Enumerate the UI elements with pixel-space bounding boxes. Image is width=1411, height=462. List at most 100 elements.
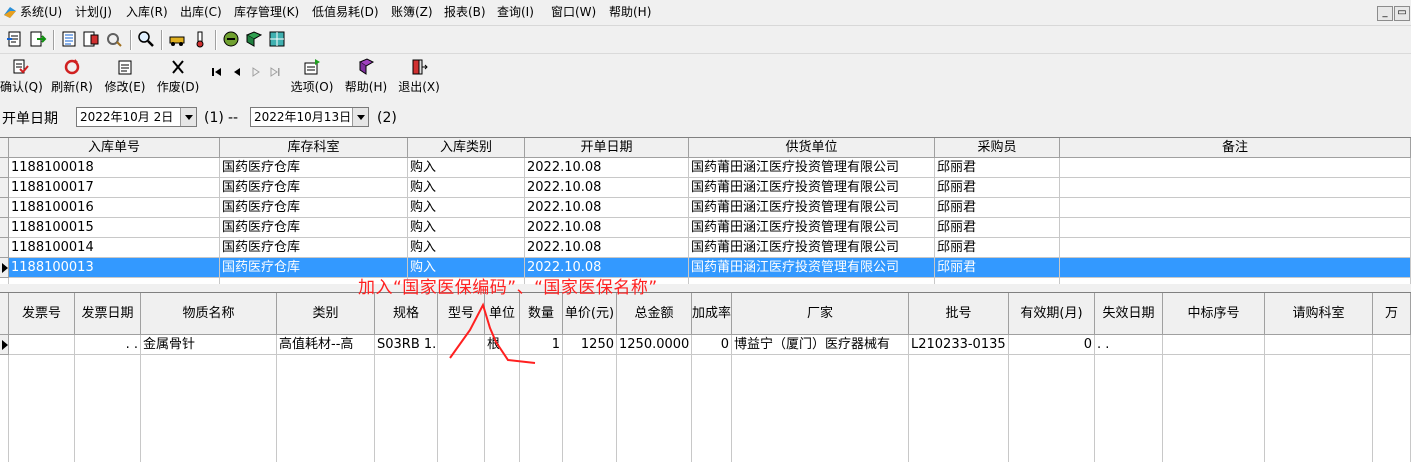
table-cell[interactable]: 2022.10.08	[525, 158, 689, 178]
first-record-icon[interactable]	[211, 66, 223, 78]
table-cell[interactable]: 1188100018	[9, 158, 220, 178]
column-header[interactable]: 库存科室	[220, 138, 408, 158]
column-header[interactable]: 入库单号	[9, 138, 220, 158]
restore-button[interactable]: ▭	[1394, 6, 1410, 21]
table-cell[interactable]: L210233-0135	[909, 335, 1009, 355]
table-cell[interactable]: 2022.10.08	[525, 178, 689, 198]
table-cell[interactable]	[1060, 158, 1411, 178]
column-header[interactable]: 失效日期	[1095, 293, 1163, 335]
table-row[interactable]: 1188100018 国药医疗仓库 购入 2022.10.08 国药莆田涵江医疗投资管理…	[0, 158, 1411, 178]
table-cell[interactable]	[1060, 178, 1411, 198]
void-button[interactable]: 作废(D)	[156, 58, 200, 95]
column-header[interactable]: 类别	[277, 293, 375, 335]
menu-help[interactable]: 帮助(H)	[609, 4, 651, 20]
column-header[interactable]: 数量	[520, 293, 563, 335]
table-cell[interactable]: 购入	[408, 158, 525, 178]
exit-button[interactable]: 退出(X)	[397, 58, 441, 95]
table-cell[interactable]: 1188100016	[9, 198, 220, 218]
column-header[interactable]: 批号	[909, 293, 1009, 335]
table-cell[interactable]	[1060, 198, 1411, 218]
table-cell[interactable]: 1250.0000	[617, 335, 692, 355]
table-cell[interactable]: . .	[75, 335, 141, 355]
table-cell[interactable]	[1265, 335, 1373, 355]
column-header[interactable]: 单位	[485, 293, 520, 335]
table-cell[interactable]	[1163, 335, 1265, 355]
table-cell[interactable]: 国药医疗仓库	[220, 178, 408, 198]
table-cell[interactable]: 1188100017	[9, 178, 220, 198]
table-cell[interactable]	[1060, 258, 1411, 278]
table-cell[interactable]	[1060, 218, 1411, 238]
column-header[interactable]: 规格	[375, 293, 438, 335]
table-row[interactable]: 1188100015 国药医疗仓库 购入 2022.10.08 国药莆田涵江医疗投资管理…	[0, 218, 1411, 238]
menu-plan[interactable]: 计划(J)	[75, 4, 112, 20]
table-cell[interactable]: 1250	[563, 335, 617, 355]
table-cell[interactable]	[9, 335, 75, 355]
search-icon[interactable]	[137, 30, 155, 48]
table-row[interactable]: . . 金属骨针 高值耗材--高 S03RB 1. 根 1 1250 1250.0000 0 博益…	[0, 335, 1411, 355]
table-cell[interactable]: 邱丽君	[935, 258, 1060, 278]
modify-button[interactable]: 修改(E)	[103, 58, 147, 95]
menu-inbound[interactable]: 入库(R)	[126, 4, 168, 20]
start-date-picker[interactable]: 2022年10月 2日	[76, 107, 197, 127]
menu-window[interactable]: 窗口(W)	[551, 4, 596, 20]
table-cell[interactable]: 1188100013	[9, 258, 220, 278]
column-header[interactable]: 开单日期	[525, 138, 689, 158]
options-button[interactable]: 选项(O)	[290, 58, 334, 95]
table-cell[interactable]: 国药莆田涵江医疗投资管理有限公司	[689, 198, 935, 218]
menu-system[interactable]: 系统(U)	[20, 4, 62, 20]
column-header[interactable]: 加成率	[692, 293, 732, 335]
car-icon[interactable]	[168, 30, 186, 48]
table-cell[interactable]: 国药莆田涵江医疗投资管理有限公司	[689, 178, 935, 198]
table-cell[interactable]: 邱丽君	[935, 178, 1060, 198]
table-cell[interactable]: 博益宁（厦门）医疗器械有	[732, 335, 909, 355]
column-header[interactable]: 入库类别	[408, 138, 525, 158]
table-cell[interactable]: 0	[692, 335, 732, 355]
book-icon[interactable]	[245, 30, 263, 48]
table-cell[interactable]: 国药医疗仓库	[220, 218, 408, 238]
tools-icon[interactable]	[105, 30, 123, 48]
open-icon[interactable]	[6, 30, 24, 48]
chevron-down-icon[interactable]	[180, 108, 196, 126]
table-cell[interactable]: 购入	[408, 238, 525, 258]
document-icon[interactable]	[82, 30, 100, 48]
column-header[interactable]: 万	[1373, 293, 1411, 335]
confirm-button[interactable]: 确认(Q)	[0, 58, 43, 95]
table-cell[interactable]: 1	[520, 335, 563, 355]
table-cell[interactable]: 邱丽君	[935, 198, 1060, 218]
table-cell[interactable]: 国药莆田涵江医疗投资管理有限公司	[689, 158, 935, 178]
column-header[interactable]: 单价(元)	[563, 293, 617, 335]
grid-icon[interactable]	[268, 30, 286, 48]
column-header[interactable]: 采购员	[935, 138, 1060, 158]
table-row[interactable]: 1188100016 国药医疗仓库 购入 2022.10.08 国药莆田涵江医疗投资管理…	[0, 198, 1411, 218]
refresh-button[interactable]: 刷新(R)	[50, 58, 94, 95]
table-cell[interactable]: 国药医疗仓库	[220, 198, 408, 218]
column-header[interactable]: 型号	[438, 293, 485, 335]
table-cell[interactable]: 0	[1009, 335, 1095, 355]
next-record-icon[interactable]	[250, 66, 262, 78]
menu-outbound[interactable]: 出库(C)	[180, 4, 222, 20]
column-header[interactable]: 中标序号	[1163, 293, 1265, 335]
table-cell[interactable]: . .	[1095, 335, 1163, 355]
menu-ledger[interactable]: 账簿(Z)	[391, 4, 433, 20]
table-cell[interactable]	[1060, 238, 1411, 258]
minus-circle-icon[interactable]	[222, 30, 240, 48]
table-cell[interactable]: 购入	[408, 178, 525, 198]
column-header[interactable]: 厂家	[732, 293, 909, 335]
table-cell[interactable]: 高值耗材--高	[277, 335, 375, 355]
table-cell[interactable]: 国药莆田涵江医疗投资管理有限公司	[689, 238, 935, 258]
table-cell[interactable]	[438, 335, 485, 355]
table-cell[interactable]: 国药莆田涵江医疗投资管理有限公司	[689, 258, 935, 278]
table-cell[interactable]: 邱丽君	[935, 238, 1060, 258]
minimize-button[interactable]: _	[1377, 6, 1393, 21]
table-cell[interactable]: 根	[485, 335, 520, 355]
column-header[interactable]: 请购科室	[1265, 293, 1373, 335]
table-cell[interactable]: 2022.10.08	[525, 238, 689, 258]
table-cell[interactable]: 2022.10.08	[525, 218, 689, 238]
column-header[interactable]: 发票日期	[75, 293, 141, 335]
menu-inventory[interactable]: 库存管理(K)	[234, 4, 299, 20]
menu-report[interactable]: 报表(B)	[444, 4, 486, 20]
table-row[interactable]: 1188100014 国药医疗仓库 购入 2022.10.08 国药莆田涵江医疗投资管理…	[0, 238, 1411, 258]
table-row[interactable]: 1188100017 国药医疗仓库 购入 2022.10.08 国药莆田涵江医疗投资管理…	[0, 178, 1411, 198]
column-header[interactable]: 物质名称	[141, 293, 277, 335]
table-cell[interactable]: 邱丽君	[935, 158, 1060, 178]
